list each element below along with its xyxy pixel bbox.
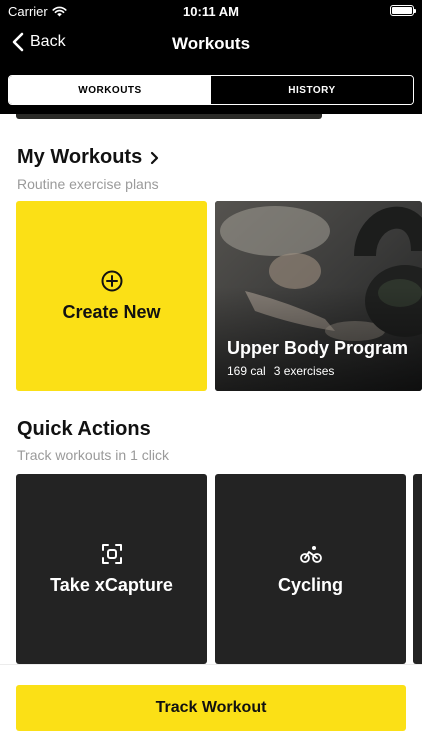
bottom-bar: Track Workout: [0, 664, 422, 750]
program-meta: 169 cal 3 exercises: [227, 364, 334, 378]
program-title: Upper Body Program: [227, 338, 409, 358]
track-workout-button[interactable]: Track Workout: [16, 685, 406, 731]
my-workouts-subtitle: Routine exercise plans: [17, 176, 159, 192]
page-title: Workouts: [171, 34, 251, 53]
quick-actions-header: Quick Actions: [17, 418, 151, 441]
take-xcapture-label: Take xCapture: [50, 574, 173, 595]
battery-icon: [390, 5, 416, 16]
create-new-label: Create New: [62, 301, 161, 322]
upper-body-program-card[interactable]: Upper Body Program 169 cal 3 exercises: [215, 201, 422, 391]
navigation-bar: Back Workouts: [0, 22, 422, 66]
quick-actions-subtitle: Track workouts in 1 click: [17, 447, 169, 463]
segmented-control: WORKOUTS HISTORY: [8, 75, 414, 105]
next-action-card-edge: [413, 474, 422, 664]
program-exercises: 3 exercises: [273, 364, 335, 378]
bicycle-icon: [299, 545, 322, 563]
battery-level: [392, 7, 412, 14]
scrolled-card-edge: [16, 114, 322, 119]
chevron-right-icon: [151, 151, 159, 164]
program-calories: 169 cal: [227, 364, 266, 378]
segment-area: WORKOUTS HISTORY: [0, 66, 422, 114]
quick-actions-title: Quick Actions: [17, 418, 151, 440]
plus-circle-icon: [101, 270, 122, 291]
create-new-card[interactable]: Create New: [16, 201, 207, 391]
my-workouts-title: My Workouts: [17, 146, 143, 168]
cycling-label: Cycling: [277, 574, 343, 595]
workout-photo: [215, 201, 422, 391]
tab-workouts[interactable]: WORKOUTS: [9, 76, 211, 104]
status-time: 10:11 AM: [183, 4, 239, 19]
take-xcapture-card[interactable]: Take xCapture: [16, 474, 207, 664]
scan-icon: [101, 543, 122, 564]
status-bar: Carrier 10:11 AM: [0, 0, 422, 22]
tab-history[interactable]: HISTORY: [211, 76, 413, 104]
cycling-card[interactable]: Cycling: [215, 474, 406, 664]
my-workouts-header[interactable]: My Workouts: [17, 146, 159, 169]
